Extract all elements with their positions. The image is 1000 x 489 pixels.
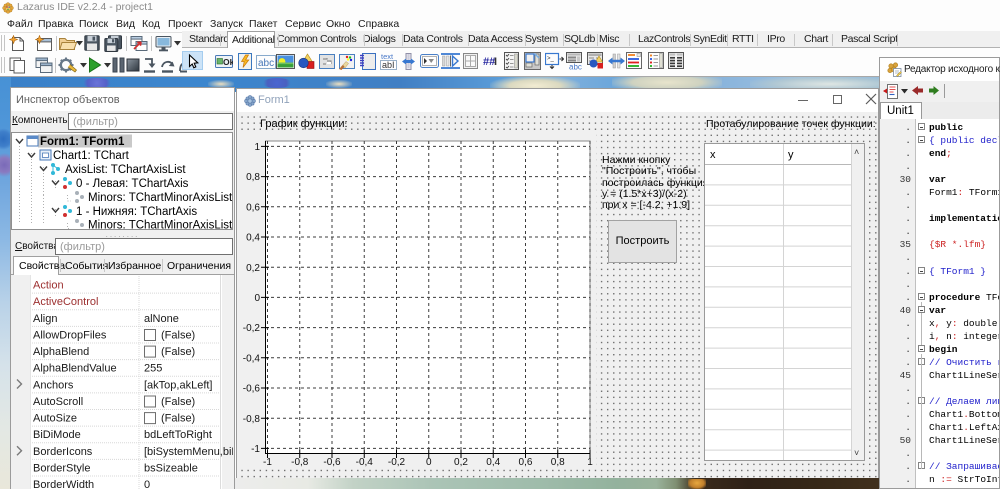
svg-text:bsSizeable: bsSizeable <box>144 462 198 474</box>
svg-text:0,6: 0,6 <box>519 457 533 468</box>
svg-text:abI: abI <box>382 60 395 70</box>
svg-text:abc: abc <box>569 63 582 71</box>
svg-text:Form1: TForm1: Form1: TForm1 <box>40 136 125 148</box>
svg-text:0,4: 0,4 <box>486 457 500 468</box>
svg-text:-1: -1 <box>263 457 272 468</box>
svg-text:0,6: 0,6 <box>246 202 260 213</box>
svg-text:0 - Левая: TChartAxis: 0 - Левая: TChartAxis <box>76 178 189 190</box>
svg-text:Action: Action <box>33 280 64 292</box>
svg-text:˅: ˅ <box>854 448 859 458</box>
svg-text:-0,8: -0,8 <box>291 457 309 468</box>
svg-text:(False): (False) <box>161 413 195 425</box>
svg-text:0,8: 0,8 <box>551 457 565 468</box>
svg-text:Align: Align <box>33 313 57 325</box>
svg-text:ActiveControl: ActiveControl <box>33 296 98 308</box>
svg-text:alNone: alNone <box>144 313 179 325</box>
svg-text:-0,4: -0,4 <box>356 457 374 468</box>
svg-text:1 - Нижняя: TChartAxis: 1 - Нижняя: TChartAxis <box>76 206 197 218</box>
svg-text:BiDiMode: BiDiMode <box>33 429 81 441</box>
svg-text:-1: -1 <box>251 444 260 455</box>
svg-text:Minors: TChartMinorAxisList: Minors: TChartMinorAxisList <box>88 192 232 204</box>
svg-text:-0,6: -0,6 <box>243 384 261 395</box>
svg-text:0: 0 <box>144 479 150 489</box>
svg-text:>_: >_ <box>547 56 555 62</box>
svg-text:255: 255 <box>144 363 162 375</box>
svg-text:0,4: 0,4 <box>246 233 260 244</box>
svg-text:y: y <box>788 149 794 161</box>
svg-text:-0,8: -0,8 <box>243 414 261 425</box>
svg-text:0: 0 <box>254 293 260 304</box>
svg-text:Anchors: Anchors <box>33 379 74 391</box>
svg-text:0: 0 <box>426 457 432 468</box>
svg-text:BorderStyle: BorderStyle <box>33 462 90 474</box>
svg-text:I: I <box>494 56 497 68</box>
svg-text:abc: abc <box>258 58 274 69</box>
svg-text:BorderIcons: BorderIcons <box>33 446 93 458</box>
svg-text:BorderWidth: BorderWidth <box>33 479 94 489</box>
svg-text:AlphaBlendValue: AlphaBlendValue <box>33 363 117 375</box>
svg-text:AlphaBlend: AlphaBlend <box>33 346 89 358</box>
svg-text:Minors: TChartMinorAxisList: Minors: TChartMinorAxisList <box>88 220 232 230</box>
svg-text:0,2: 0,2 <box>454 457 468 468</box>
svg-text:˄: ˄ <box>854 147 859 157</box>
svg-text:-0,6: -0,6 <box>323 457 341 468</box>
svg-text:-0,2: -0,2 <box>243 323 261 334</box>
svg-text:-0,4: -0,4 <box>243 353 261 364</box>
svg-text:0,8: 0,8 <box>246 172 260 183</box>
svg-text:(False): (False) <box>161 329 195 341</box>
svg-text:1: 1 <box>587 457 593 468</box>
svg-text:-0,2: -0,2 <box>388 457 406 468</box>
svg-text:x: x <box>710 149 716 161</box>
svg-text:(False): (False) <box>161 396 195 408</box>
svg-text:bdLeftToRight: bdLeftToRight <box>144 429 212 441</box>
svg-text:AxisList: TChartAxisList: AxisList: TChartAxisList <box>65 164 186 176</box>
svg-text:[biSystemMenu,biMini: [biSystemMenu,biMini <box>144 446 233 458</box>
svg-text:[akTop,akLeft]: [akTop,akLeft] <box>144 379 213 391</box>
svg-text:AutoScroll: AutoScroll <box>33 396 83 408</box>
svg-text:AllowDropFiles: AllowDropFiles <box>33 329 107 341</box>
svg-text:(False): (False) <box>161 346 195 358</box>
svg-text:AutoSize: AutoSize <box>33 413 77 425</box>
svg-text:1: 1 <box>254 142 260 153</box>
svg-text:Ok: Ok <box>223 57 233 67</box>
svg-text:Chart1: TChart: Chart1: TChart <box>53 150 130 162</box>
svg-text:0,2: 0,2 <box>246 263 260 274</box>
